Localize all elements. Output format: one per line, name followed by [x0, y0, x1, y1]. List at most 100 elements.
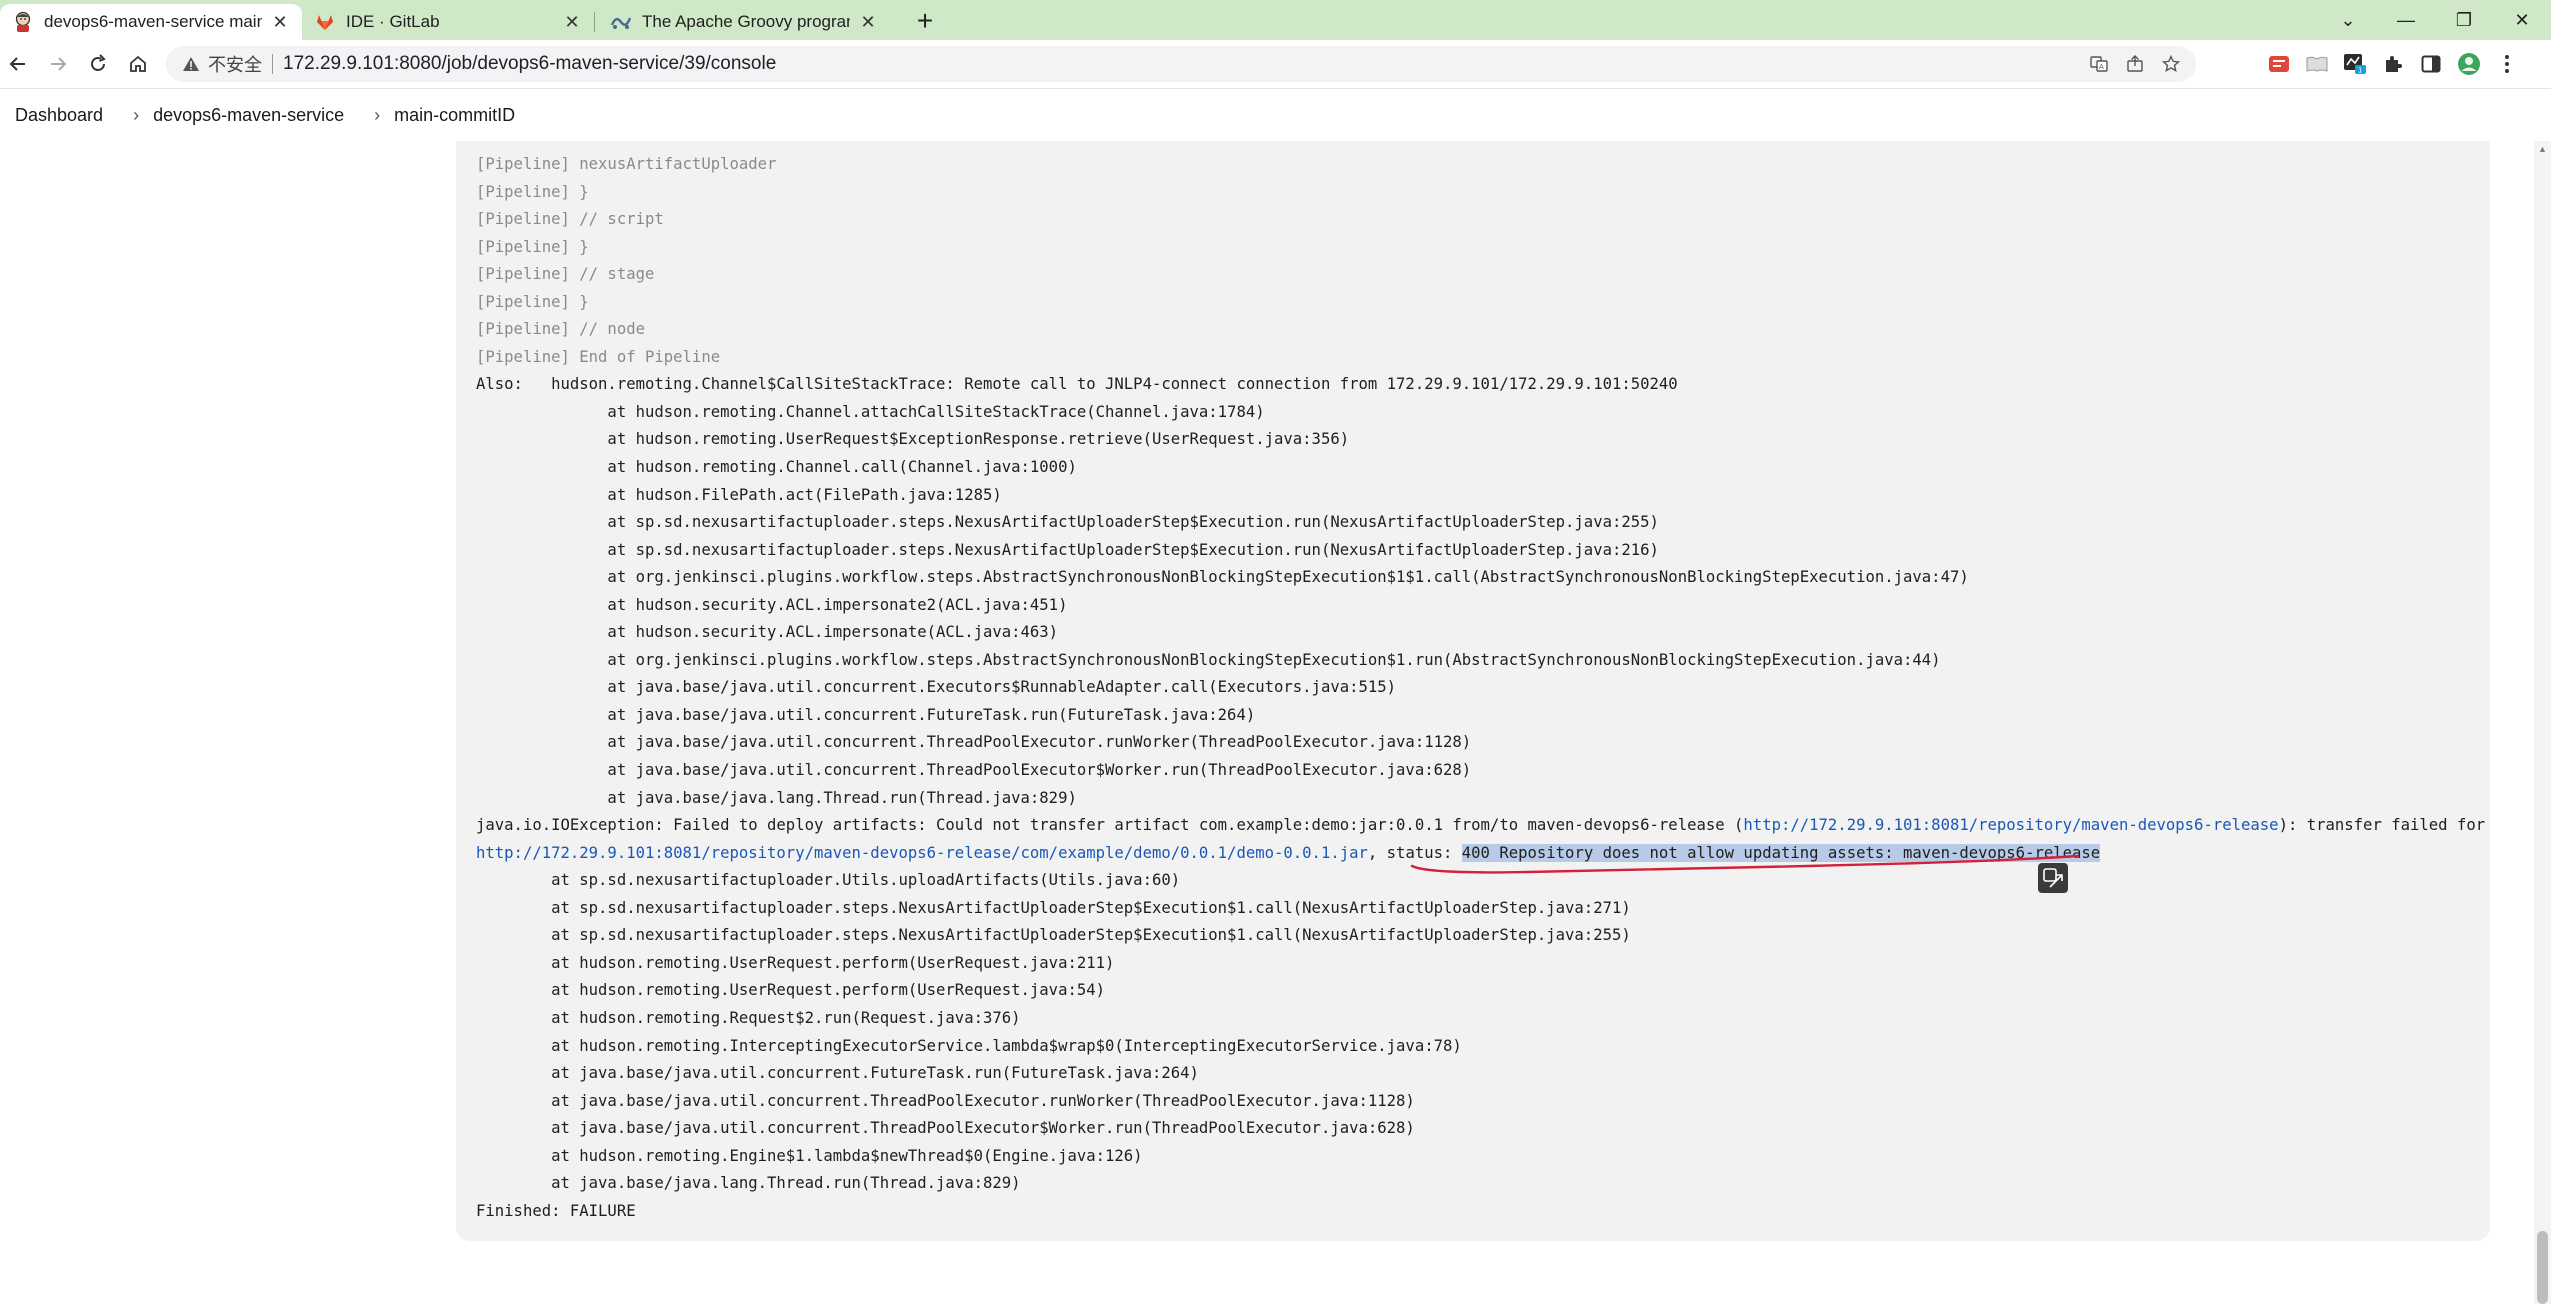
home-icon — [130, 55, 146, 72]
stack-frame: at hudson.security.ACL.impersonate(ACL.j… — [476, 623, 1059, 642]
stack-frame: at hudson.remoting.Request$2.run(Request… — [476, 1008, 1021, 1027]
console-line: [Pipeline] // script — [476, 210, 664, 229]
selection-action-icon[interactable] — [2038, 863, 2068, 893]
forward-arrow-icon — [51, 57, 67, 71]
stack-frame: at hudson.security.ACL.impersonate2(ACL.… — [476, 595, 1068, 614]
tab-gitlab[interactable]: IDE · GitLab ✕ — [302, 4, 594, 40]
gitlab-icon — [314, 11, 336, 33]
stack-frame: at java.base/java.util.concurrent.Execut… — [476, 678, 1397, 697]
artifact-link[interactable]: http://172.29.9.101:8081/repository/mave… — [476, 844, 1368, 862]
bookmark-star-icon[interactable] — [2156, 50, 2186, 78]
groovy-icon — [610, 11, 632, 33]
stack-frame: at hudson.remoting.UserRequest.perform(U… — [476, 981, 1106, 1000]
reload-icon — [91, 54, 106, 71]
back-button[interactable] — [2, 48, 34, 80]
chevron-right-icon: › — [133, 104, 140, 125]
svg-text:A: A — [2099, 63, 2104, 71]
extension-red-icon[interactable] — [2262, 46, 2296, 82]
stack-frame: at java.base/java.util.concurrent.Future… — [476, 1064, 1199, 1083]
tab-title: devops6-maven-service main- — [44, 12, 262, 31]
stack-frame: at hudson.FilePath.act(FilePath.java:128… — [476, 485, 1002, 504]
breadcrumb: Dashboard › devops6-maven-service › main… — [0, 89, 2551, 141]
restore-button[interactable]: ❐ — [2436, 0, 2492, 40]
svg-text:1: 1 — [2358, 67, 2362, 75]
stack-frame: at hudson.remoting.Channel.call(Channel.… — [476, 458, 1077, 477]
console-line: Also: hudson.remoting.Channel$CallSiteSt… — [476, 375, 1678, 394]
console-line: [Pipeline] } — [476, 182, 589, 201]
console-line: [Pipeline] // node — [476, 320, 645, 339]
close-icon[interactable]: ✕ — [856, 10, 880, 34]
error-line: java.io.IOException: Failed to deploy ar… — [476, 812, 2490, 840]
tab-separator — [594, 12, 595, 32]
breadcrumb-dashboard[interactable]: Dashboard — [15, 105, 103, 126]
security-label[interactable]: 不安全 — [208, 51, 262, 77]
reload-button[interactable] — [82, 48, 114, 80]
stack-frame: at hudson.remoting.UserRequest.perform(U… — [476, 953, 1115, 972]
error-text: java.io.IOException: Failed to deploy ar… — [476, 816, 1744, 835]
annotation-underline — [1410, 854, 2080, 874]
stack-frame: at java.base/java.util.concurrent.Future… — [476, 705, 1256, 724]
translate-icon[interactable]: A — [2084, 50, 2114, 78]
side-panel-icon[interactable] — [2414, 46, 2448, 82]
console-line: [Pipeline] } — [476, 237, 589, 256]
stack-frame: at org.jenkinsci.plugins.workflow.steps.… — [476, 650, 1941, 669]
profile-avatar-icon[interactable] — [2452, 46, 2486, 82]
stack-frame: at sp.sd.nexusartifactuploader.steps.Nex… — [476, 926, 1631, 945]
stack-frame: at java.base/java.util.concurrent.Thread… — [476, 733, 1472, 752]
stack-frame: at hudson.remoting.UserRequest$Exception… — [476, 430, 1350, 449]
forward-button[interactable] — [42, 48, 74, 80]
extension-badge-icon[interactable]: 1 — [2338, 46, 2372, 82]
console-line: [Pipeline] End of Pipeline — [476, 347, 721, 366]
build-result: Finished: FAILURE — [476, 1201, 636, 1220]
scrollbar-thumb[interactable] — [2537, 1231, 2548, 1304]
stack-frame: at hudson.remoting.InterceptingExecutorS… — [476, 1036, 1462, 1055]
page-scrollbar[interactable]: ▲ — [2534, 141, 2551, 1304]
more-menu-icon[interactable] — [2490, 46, 2524, 82]
stack-frame: at hudson.remoting.Channel.attachCallSit… — [476, 402, 1265, 421]
new-tab-button[interactable]: + — [910, 5, 940, 36]
window-close-button[interactable]: ✕ — [2494, 0, 2550, 40]
tab-groovy[interactable]: The Apache Groovy programm ✕ — [598, 4, 890, 40]
console-line: [Pipeline] nexusArtifactUploader — [476, 155, 777, 173]
share-icon[interactable] — [2120, 50, 2150, 78]
puzzle-icon[interactable] — [2376, 46, 2410, 82]
home-button[interactable] — [122, 48, 154, 80]
stack-frame: at org.jenkinsci.plugins.workflow.steps.… — [476, 568, 1969, 587]
stack-frame: at java.base/java.util.concurrent.Thread… — [476, 761, 1472, 780]
stack-frame: at sp.sd.nexusartifactuploader.steps.Nex… — [476, 513, 1659, 532]
stack-frame: at hudson.remoting.Engine$1.lambda$newTh… — [476, 1146, 1143, 1165]
repository-link[interactable]: http://172.29.9.101:8081/repository/mave… — [1743, 816, 2278, 834]
close-icon[interactable]: ✕ — [560, 10, 584, 34]
tab-title: The Apache Groovy programm — [642, 12, 850, 31]
stack-frame: at java.base/java.lang.Thread.run(Thread… — [476, 1174, 1021, 1193]
console-line: [Pipeline] // stage — [476, 265, 655, 284]
stack-frame: at sp.sd.nexusartifactuploader.steps.Nex… — [476, 540, 1659, 559]
omnibox-actions: A — [2078, 50, 2186, 78]
stack-frame: at java.base/java.util.concurrent.Thread… — [476, 1091, 1415, 1110]
extensions-area: 1 — [2262, 46, 2528, 82]
console-line: [Pipeline] } — [476, 292, 589, 311]
url-text[interactable]: 172.29.9.101:8080/job/devops6-maven-serv… — [283, 53, 776, 75]
tab-title: IDE · GitLab — [346, 12, 440, 31]
warning-icon[interactable] — [180, 53, 202, 75]
tab-jenkins-console[interactable]: devops6-maven-service main- ✕ — [0, 4, 302, 40]
address-bar[interactable]: 不安全 172.29.9.101:8080/job/devops6-maven-… — [166, 46, 2196, 82]
chevron-right-icon: › — [374, 104, 381, 125]
breadcrumb-job[interactable]: devops6-maven-service — [153, 105, 344, 126]
back-arrow-icon — [9, 57, 25, 71]
stack-frame: at sp.sd.nexusartifactuploader.steps.Nex… — [476, 898, 1631, 917]
console-output: [Pipeline] nexusArtifactUploader [Pipeli… — [456, 141, 2490, 1241]
error-text: ): transfer failed for — [2278, 816, 2486, 835]
tab-search-button[interactable]: ⌄ — [2320, 0, 2376, 40]
stack-frame: at java.base/java.util.concurrent.Thread… — [476, 1119, 1415, 1138]
close-icon[interactable]: ✕ — [268, 10, 292, 34]
minimize-button[interactable]: — — [2378, 0, 2434, 40]
breadcrumb-branch[interactable]: main-commitID — [394, 105, 515, 126]
extension-reader-icon[interactable] — [2300, 46, 2334, 82]
stack-frame: at java.base/java.lang.Thread.run(Thread… — [476, 788, 1077, 807]
browser-toolbar: 不安全 172.29.9.101:8080/job/devops6-maven-… — [0, 40, 2551, 89]
divider — [272, 54, 273, 74]
tab-strip: devops6-maven-service main- ✕ IDE · GitL… — [0, 0, 2551, 40]
scroll-up-icon[interactable]: ▲ — [2534, 141, 2551, 157]
jenkins-icon — [12, 11, 34, 33]
